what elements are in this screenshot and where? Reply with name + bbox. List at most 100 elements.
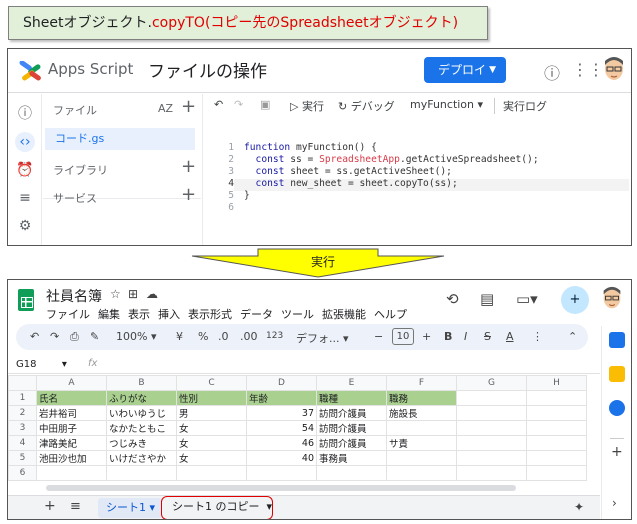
cell[interactable]: いけださやか bbox=[106, 450, 177, 466]
deploy-button[interactable]: デプロイ ▼ bbox=[424, 57, 506, 83]
increase-font-size-icon[interactable]: + bbox=[422, 330, 431, 343]
cell[interactable]: 中田朋子 bbox=[36, 420, 107, 436]
cell[interactable]: 訪問介護員 bbox=[316, 435, 387, 451]
column-header[interactable]: D bbox=[246, 375, 317, 391]
cell[interactable] bbox=[456, 390, 527, 406]
cell[interactable]: 事務員 bbox=[316, 450, 387, 466]
cell[interactable]: いわいゆうじ bbox=[106, 405, 177, 421]
strikethrough-button[interactable]: S bbox=[484, 330, 491, 343]
decrease-decimal-button[interactable]: .0 bbox=[218, 330, 229, 343]
column-header[interactable]: C bbox=[176, 375, 247, 391]
row-header[interactable]: 3 bbox=[8, 420, 37, 436]
redo-icon[interactable]: ↷ bbox=[50, 330, 59, 343]
sort-az-icon[interactable]: AZ bbox=[158, 102, 173, 115]
spreadsheet-grid[interactable]: A B C D E F G H 1 氏名 ふりがな 性別 年齢 職種 職務 2 … bbox=[8, 375, 587, 481]
menu-help[interactable]: ヘルプ bbox=[374, 308, 407, 321]
chevron-right-icon[interactable]: › bbox=[612, 496, 617, 510]
cell[interactable] bbox=[456, 405, 527, 421]
move-folder-icon[interactable]: ⊞ bbox=[128, 287, 138, 301]
cell[interactable]: ふりがな bbox=[106, 390, 177, 406]
cell[interactable]: つじみき bbox=[106, 435, 177, 451]
cell[interactable] bbox=[526, 405, 587, 421]
cell[interactable] bbox=[526, 450, 587, 466]
meet-icon[interactable]: ▭▾ bbox=[516, 290, 538, 308]
italic-button[interactable]: I bbox=[464, 330, 467, 343]
bold-button[interactable]: B bbox=[444, 330, 452, 343]
cell[interactable]: 職種 bbox=[316, 390, 387, 406]
cell[interactable]: 津路美紀 bbox=[36, 435, 107, 451]
cell[interactable] bbox=[526, 390, 587, 406]
run-button[interactable]: ▷ 実行 bbox=[290, 98, 324, 114]
code-icon[interactable]: ‹› bbox=[15, 132, 35, 152]
add-file-icon[interactable]: + bbox=[181, 96, 196, 117]
menu-extensions[interactable]: 拡張機能 bbox=[322, 308, 366, 321]
menu-data[interactable]: データ bbox=[240, 308, 273, 321]
cell[interactable]: 37 bbox=[246, 405, 317, 421]
cell[interactable]: 女 bbox=[176, 420, 247, 436]
menu-tools[interactable]: ツール bbox=[281, 308, 314, 321]
cell[interactable] bbox=[456, 435, 527, 451]
cell[interactable] bbox=[526, 465, 587, 481]
comment-icon[interactable]: ▤ bbox=[480, 290, 494, 308]
cell[interactable] bbox=[456, 420, 527, 436]
cell[interactable]: 46 bbox=[246, 435, 317, 451]
cell[interactable]: 男 bbox=[176, 405, 247, 421]
cell[interactable] bbox=[176, 465, 247, 481]
row-header[interactable]: 2 bbox=[8, 405, 37, 421]
decrease-font-size-icon[interactable]: − bbox=[374, 330, 383, 343]
cell[interactable]: 施設長 bbox=[386, 405, 457, 421]
save-icon[interactable]: ▣ bbox=[260, 98, 270, 111]
menu-view[interactable]: 表示 bbox=[128, 308, 150, 321]
redo-icon[interactable]: ↷ bbox=[234, 98, 243, 111]
history-icon[interactable]: ⟲ bbox=[446, 290, 459, 308]
column-header[interactable]: G bbox=[456, 375, 527, 391]
cell[interactable] bbox=[456, 465, 527, 481]
cell[interactable] bbox=[386, 420, 457, 436]
execution-log-button[interactable]: 実行ログ bbox=[494, 98, 547, 114]
executions-icon[interactable]: ≡ bbox=[15, 188, 35, 208]
tab-sheet1-copy[interactable]: シート1 のコピー ▾ bbox=[161, 496, 273, 519]
star-icon[interactable]: ☆ bbox=[110, 287, 121, 301]
cell[interactable]: サ責 bbox=[386, 435, 457, 451]
horizontal-scrollbar[interactable] bbox=[46, 485, 516, 491]
zoom-select[interactable]: 100% ▾ bbox=[116, 330, 156, 343]
undo-icon[interactable]: ↶ bbox=[214, 98, 223, 111]
row-header[interactable]: 5 bbox=[8, 450, 37, 466]
row-header[interactable]: 4 bbox=[8, 435, 37, 451]
all-sheets-icon[interactable]: ≡ bbox=[70, 499, 81, 514]
add-library-icon[interactable]: + bbox=[181, 156, 196, 177]
name-box[interactable]: G18 ▾ bbox=[16, 359, 67, 370]
font-size-input[interactable]: 10 bbox=[392, 328, 414, 345]
cell[interactable] bbox=[386, 450, 457, 466]
cell[interactable]: 池田沙也加 bbox=[36, 450, 107, 466]
function-select[interactable]: myFunction ▾ bbox=[410, 98, 483, 111]
menu-file[interactable]: ファイル bbox=[46, 308, 90, 321]
menu-edit[interactable]: 編集 bbox=[98, 308, 120, 321]
column-header[interactable]: B bbox=[106, 375, 177, 391]
calendar-icon[interactable] bbox=[609, 332, 625, 348]
avatar[interactable] bbox=[599, 285, 625, 313]
chevron-up-icon[interactable]: ⌃ bbox=[568, 330, 577, 343]
paint-format-icon[interactable]: ✎ bbox=[90, 330, 99, 343]
corner-cell[interactable] bbox=[8, 375, 37, 391]
cell[interactable]: 職務 bbox=[386, 390, 457, 406]
code-editor[interactable]: 1 2 3 4 5 6 function myFunction() { cons… bbox=[204, 129, 631, 245]
share-button[interactable]: + bbox=[561, 286, 589, 314]
cell[interactable]: 訪問介護員 bbox=[316, 420, 387, 436]
alarm-clock-icon[interactable]: ⏰ bbox=[15, 160, 35, 180]
add-sheet-icon[interactable]: + bbox=[44, 498, 56, 514]
column-header[interactable]: H bbox=[526, 375, 587, 391]
cell[interactable] bbox=[316, 465, 387, 481]
more-formats-button[interactable]: 123 bbox=[266, 331, 283, 341]
cell[interactable]: 54 bbox=[246, 420, 317, 436]
debug-button[interactable]: ↻ デバッグ bbox=[338, 98, 395, 114]
info-icon[interactable]: ⓘ bbox=[15, 104, 35, 124]
cell[interactable] bbox=[246, 465, 317, 481]
cell[interactable]: 岩井裕司 bbox=[36, 405, 107, 421]
project-title[interactable]: ファイルの操作 bbox=[148, 57, 267, 82]
more-icon[interactable]: ⋮ bbox=[532, 330, 543, 343]
cell[interactable]: 40 bbox=[246, 450, 317, 466]
menu-format[interactable]: 表示形式 bbox=[188, 308, 232, 321]
tab-sheet1[interactable]: シート1 ▾ bbox=[98, 498, 162, 518]
gear-icon[interactable]: ⚙ bbox=[15, 216, 35, 236]
